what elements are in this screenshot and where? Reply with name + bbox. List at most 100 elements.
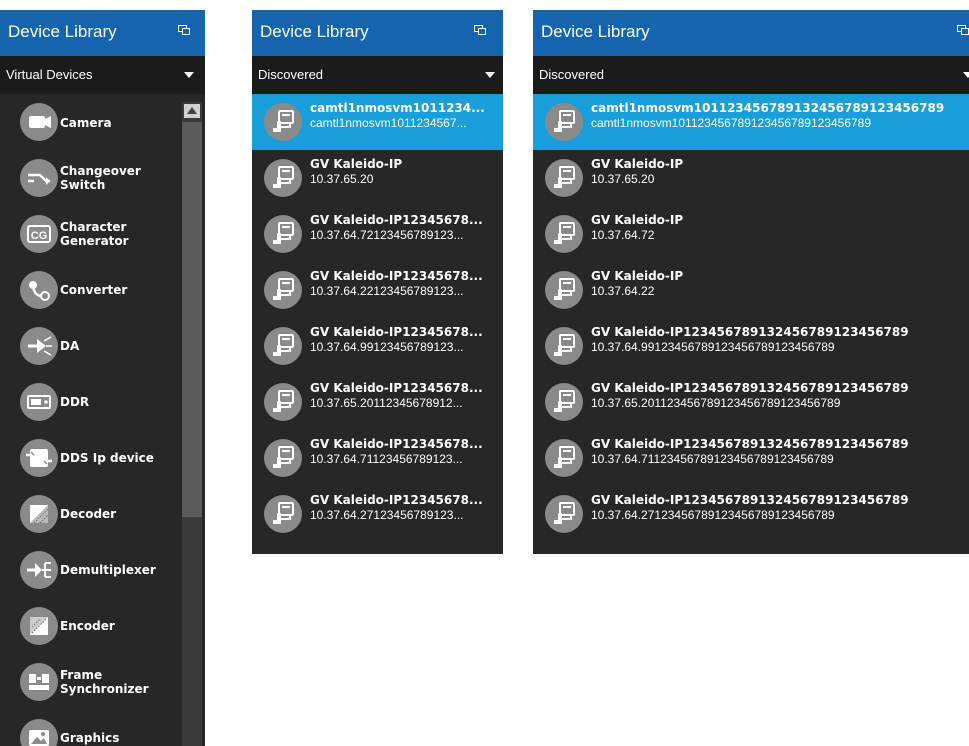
- device-list-item-selected[interactable]: camtl1nmosvm1011234567891324567891234567…: [533, 94, 969, 150]
- device-address: 10.37.65.201123456789123456789123456789: [591, 396, 841, 410]
- device-name: GV Kaleido-IP1234567891324567891234567​8…: [591, 437, 909, 451]
- device-list: camtl1nmosvm1011234567891324567891234567…: [533, 94, 969, 554]
- device-list-item[interactable]: GV Kaleido-IP 10.37.65.20: [252, 150, 503, 206]
- virtual-device-dds-ip-device[interactable]: DDS Ip device: [0, 430, 205, 486]
- panel-header: Device Library: [533, 10, 969, 56]
- converter-icon: [20, 271, 58, 309]
- detach-window-icon[interactable]: [474, 25, 486, 35]
- virtual-device-character-generator[interactable]: CG Character Generator: [0, 206, 205, 262]
- device-list-item[interactable]: GV Kaleido-IP 10.37.64.22: [533, 262, 969, 318]
- device-name: GV Kaleido-IP12345678...: [310, 437, 483, 451]
- list-item-label: Camera: [60, 116, 112, 130]
- device-list-item[interactable]: GV Kaleido-IP12345678... 10.37.64.7212345…: [252, 206, 503, 262]
- graphics-icon: [20, 719, 58, 746]
- network-device-icon: [264, 439, 302, 477]
- virtual-device-decoder[interactable]: Decoder: [0, 486, 205, 542]
- list-item-label: Character Generator: [60, 220, 129, 248]
- device-name: GV Kaleido-IP1234567891324567891234567​8…: [591, 325, 909, 339]
- device-address: 10.37.65.20112345678912...: [310, 396, 463, 410]
- changeover-switch-icon: [20, 159, 58, 197]
- device-list-item[interactable]: GV Kaleido-IP 10.37.64.72: [533, 206, 969, 262]
- device-name: camtl1nmosvm1011234567891324567891234567…: [591, 101, 945, 115]
- device-name: GV Kaleido-IP1234567891324567891234567​8…: [591, 381, 909, 395]
- list-item-label: Changeover Switch: [60, 164, 141, 192]
- device-filter-select[interactable]: Discovered: [252, 56, 503, 94]
- device-name: GV Kaleido-IP1234567891324567891234567​8…: [591, 493, 909, 507]
- network-device-icon: [264, 215, 302, 253]
- network-device-icon: [545, 327, 583, 365]
- device-list-item[interactable]: GV Kaleido-IP 10.37.65.20: [533, 150, 969, 206]
- virtual-device-graphics[interactable]: Graphics: [0, 710, 205, 746]
- network-device-icon: [264, 159, 302, 197]
- device-name: GV Kaleido-IP12345678...: [310, 381, 483, 395]
- camera-icon: [20, 103, 58, 141]
- frame-synchronizer-icon: [20, 663, 58, 701]
- device-filter-value: Discovered: [258, 67, 324, 82]
- network-device-icon: [264, 271, 302, 309]
- device-filter-select[interactable]: Discovered: [533, 56, 969, 94]
- device-name: GV Kaleido-IP: [591, 213, 684, 227]
- virtual-device-demultiplexer[interactable]: Demultiplexer: [0, 542, 205, 598]
- device-library-panel-virtual: Device Library Virtual Devices Camera Ch…: [0, 10, 205, 746]
- device-address: 10.37.64.271234567891234567891234567​89: [591, 508, 835, 522]
- network-device-icon: [264, 383, 302, 421]
- device-list-item[interactable]: GV Kaleido-IP12345678... 10.37.64.2712345…: [252, 486, 503, 542]
- device-address: camtl1nmosvm1011234567891234567891234567…: [591, 116, 872, 130]
- detach-window-icon[interactable]: [178, 25, 190, 35]
- device-list-item[interactable]: GV Kaleido-IP1234567891324567891234567​8…: [533, 318, 969, 374]
- svg-text:CG: CG: [31, 230, 48, 242]
- chevron-down-icon: [184, 72, 194, 78]
- panel-header: Device Library: [0, 10, 205, 56]
- virtual-device-encoder[interactable]: Encoder: [0, 598, 205, 654]
- device-name: GV Kaleido-IP: [310, 157, 403, 171]
- device-list-item[interactable]: GV Kaleido-IP1234567891324567891234567​8…: [533, 374, 969, 430]
- panel-title: Device Library: [260, 22, 369, 41]
- device-address: 10.37.65.20: [591, 172, 655, 186]
- device-name: GV Kaleido-IP12345678...: [310, 493, 483, 507]
- virtual-device-converter[interactable]: Converter: [0, 262, 205, 318]
- device-list-item[interactable]: GV Kaleido-IP12345678... 10.37.64.9912345…: [252, 318, 503, 374]
- network-device-icon: [545, 439, 583, 477]
- network-device-icon: [264, 327, 302, 365]
- demultiplexer-icon: [20, 551, 58, 589]
- device-address: 10.37.64.72123456789123...: [310, 228, 464, 242]
- list-item-label: Converter: [60, 283, 128, 297]
- device-filter-select[interactable]: Virtual Devices: [0, 56, 205, 94]
- device-address: camtl1nmosvm1011234567...: [310, 116, 467, 130]
- device-address: 10.37.64.22: [591, 284, 655, 298]
- device-address: 10.37.64.27123456789123...: [310, 508, 464, 522]
- device-list-item[interactable]: GV Kaleido-IP12345678... 10.37.64.2212345…: [252, 262, 503, 318]
- network-device-icon: [264, 495, 302, 533]
- detach-window-icon[interactable]: [957, 25, 969, 35]
- device-address: 10.37.64.991234567891234567891234567​89: [591, 340, 835, 354]
- device-name: GV Kaleido-IP12345678...: [310, 325, 483, 339]
- virtual-device-da[interactable]: DA: [0, 318, 205, 374]
- device-address: 10.37.64.72: [591, 228, 655, 242]
- cg-icon: CG: [20, 215, 58, 253]
- device-list-item[interactable]: GV Kaleido-IP12345678... 10.37.64.7112345…: [252, 430, 503, 486]
- device-address: 10.37.64.71123456789123...: [310, 452, 463, 466]
- device-list-item[interactable]: GV Kaleido-IP1234567891324567891234567​8…: [533, 486, 969, 542]
- device-list-item[interactable]: GV Kaleido-IP1234567891324567891234567​8…: [533, 430, 969, 486]
- device-list: camtl1nmosvm1011234... camtl1nmosvm101123…: [252, 94, 503, 554]
- device-filter-value: Discovered: [539, 67, 605, 82]
- device-name: GV Kaleido-IP12345678...: [310, 213, 483, 227]
- device-name: GV Kaleido-IP12345678...: [310, 269, 483, 283]
- virtual-device-frame-synchronizer[interactable]: Frame Synchronizer: [0, 654, 205, 710]
- device-name: camtl1nmosvm1011234...: [310, 101, 485, 115]
- chevron-down-icon: [485, 72, 495, 78]
- dds-ip-device-icon: [20, 439, 58, 477]
- ddr-icon: [20, 383, 58, 421]
- panel-header: Device Library: [252, 10, 503, 56]
- virtual-device-changeover-switch[interactable]: Changeover Switch: [0, 150, 205, 206]
- list-item-label: Decoder: [60, 507, 117, 521]
- network-device-icon: [545, 215, 583, 253]
- device-address: 10.37.64.99123456789123...: [310, 340, 464, 354]
- virtual-device-camera[interactable]: Camera: [0, 94, 205, 150]
- device-list-item-selected[interactable]: camtl1nmosvm1011234... camtl1nmosvm101123…: [252, 94, 503, 150]
- list-item-label: Frame Synchronizer: [60, 668, 149, 696]
- list-item-label: Demultiplexer: [60, 563, 156, 577]
- virtual-device-ddr[interactable]: DDR: [0, 374, 205, 430]
- device-list-item[interactable]: GV Kaleido-IP12345678... 10.37.65.2011234…: [252, 374, 503, 430]
- device-address: 10.37.64.711234567891234567891234567​89: [591, 452, 834, 466]
